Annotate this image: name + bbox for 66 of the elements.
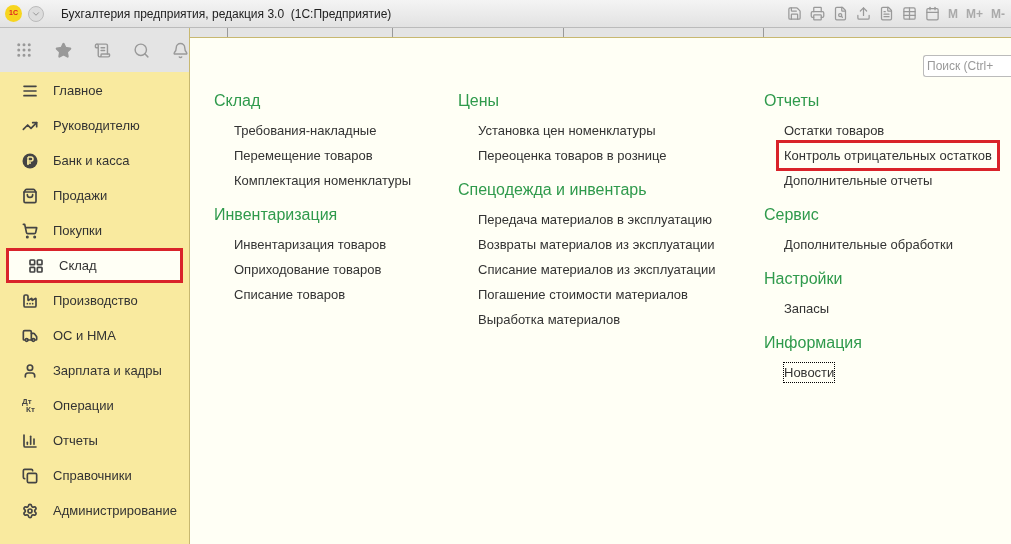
section-heading: Информация [764,333,863,353]
grid-icon [28,257,44,274]
factory-icon [22,292,38,309]
section-heading: Отчеты [764,91,821,111]
section-heading: Инвентаризация [214,205,339,225]
save-icon[interactable] [787,6,802,21]
section-heading: Настройки [764,269,844,289]
section-link[interactable]: Перемещение товаров [233,144,374,167]
section-link[interactable]: Возвраты материалов из эксплуатации [477,233,716,256]
truck-icon [22,327,38,344]
calendar-icon[interactable] [925,6,940,21]
window-title: Бухгалтерия предприятия, редакция 3.0 (1С:Предприятие) [61,5,392,23]
section-link[interactable]: Дополнительные отчеты [783,169,934,192]
history-icon[interactable] [94,41,111,59]
bell-icon[interactable] [172,41,189,59]
document-icon[interactable] [879,6,894,21]
section-link[interactable]: Новости [783,361,836,384]
section-heading: Спецодежда и инвентарь [458,180,648,200]
dropdown-button[interactable] [28,5,44,22]
section-heading: Сервис [764,205,820,225]
section-link[interactable]: Остатки товаров [783,119,886,142]
spreadsheet-icon[interactable] [902,6,917,21]
section-link[interactable]: Комплектация номенклатуры [233,169,412,192]
sidebar-item[interactable]: ОС и НМА [0,318,189,353]
cart-icon [22,222,38,239]
section-link[interactable]: Переоценка товаров в рознице [477,144,668,167]
section-link[interactable]: Дополнительные обработки [783,233,954,256]
search-field[interactable]: Поиск (Ctrl+ [923,55,1011,77]
section-link[interactable]: Запасы [783,297,831,320]
sidebar-item[interactable]: Главное [0,73,189,108]
sidebar-item[interactable]: Покупки [0,213,189,248]
sidebar-item[interactable]: Отчеты [0,423,189,458]
apps-icon[interactable] [15,41,33,59]
section-link[interactable]: Установка цен номенклатуры [477,119,657,142]
sidebar-item[interactable]: Руководителю [0,108,189,143]
sidebar-item[interactable]: Продажи [0,178,189,213]
sidebar-item[interactable]: Справочники [0,458,189,493]
search-icon[interactable] [133,41,150,59]
section-link[interactable]: Инвентаризация товаров [233,233,388,256]
section-heading: Цены [458,91,501,111]
bag-icon [22,187,38,204]
bar-chart-icon [22,432,38,449]
section-link[interactable]: Погашение стоимости материалов [477,283,689,306]
section-link[interactable]: Контроль отрицательных остатков [779,142,997,169]
sidebar-item[interactable]: Зарплата и кадры [0,353,189,388]
star-icon[interactable] [55,41,72,59]
person-icon [22,362,38,379]
section-link[interactable]: Выработка материалов [477,308,622,331]
sidebar-item[interactable]: Администрирование [0,493,189,528]
ruble-icon [22,152,38,169]
sidebar-item[interactable]: Дт Кт Операции [0,388,189,423]
upload-icon[interactable] [856,6,871,21]
section-link[interactable]: Списание товаров [233,283,347,306]
section-link[interactable]: Передача материалов в эксплуатацию [477,208,713,231]
section-link[interactable]: Оприходование товаров [233,258,383,281]
sidebar-item[interactable]: Банк и касса [0,143,189,178]
print-icon[interactable] [810,6,825,21]
settings-icon [22,502,38,519]
section-heading: Склад [214,91,262,111]
sidebar-item[interactable]: Склад [6,248,183,283]
debit-credit-icon: Дт Кт [22,397,38,414]
section-link[interactable]: Списание материалов из эксплуатации [477,258,717,281]
preview-icon[interactable] [833,6,848,21]
sidebar-item[interactable]: Производство [0,283,189,318]
section-link[interactable]: Требования-накладные [233,119,378,142]
documents-icon [22,467,38,484]
